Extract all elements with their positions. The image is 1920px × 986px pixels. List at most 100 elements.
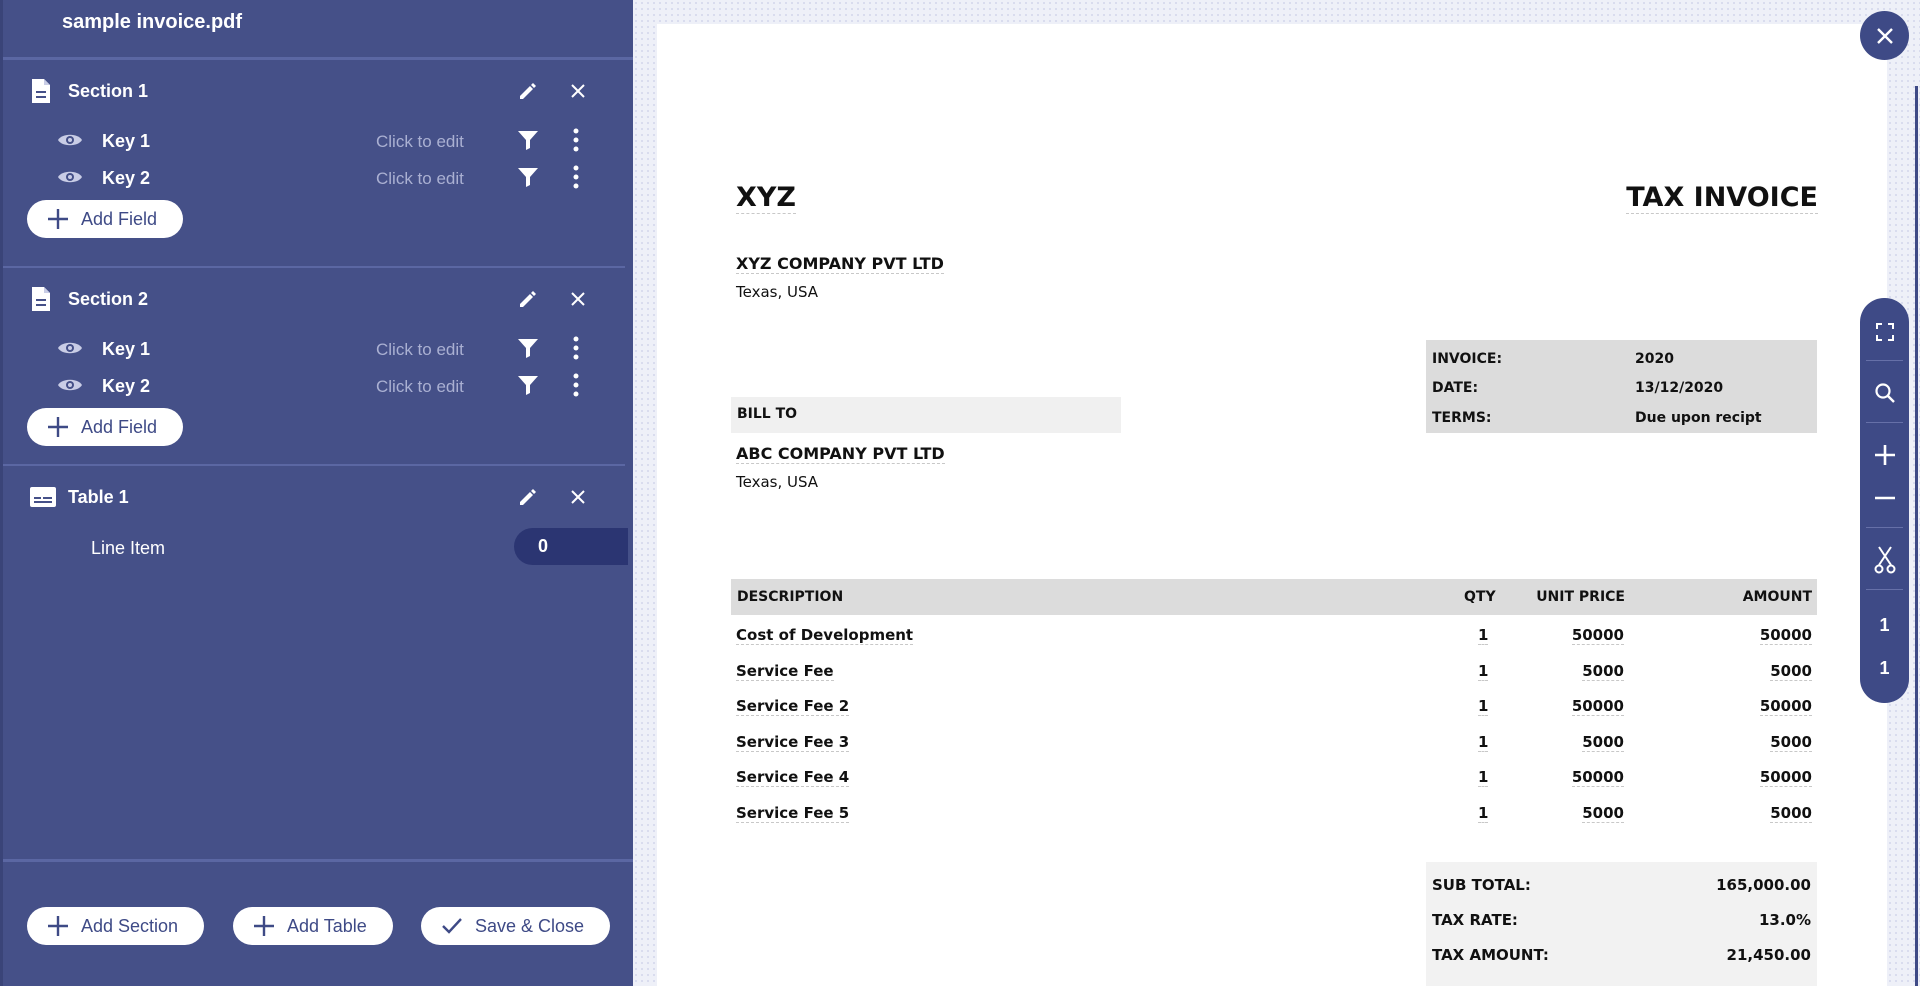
field-value-input[interactable]: Click to edit <box>376 132 464 152</box>
item-description[interactable]: Cost of Development <box>736 626 913 645</box>
close-icon <box>570 83 586 99</box>
bill-address[interactable]: Texas, USA <box>736 473 818 491</box>
item-description[interactable]: Service Fee 3 <box>736 733 849 752</box>
col-description[interactable]: DESCRIPTION <box>737 589 843 605</box>
item-unit-price[interactable]: 5000 <box>1582 804 1624 823</box>
fullscreen-button[interactable] <box>1860 312 1909 352</box>
viewer-scrollbar[interactable] <box>1915 86 1918 986</box>
toolbar-divider <box>1866 422 1903 423</box>
item-unit-price[interactable]: 5000 <box>1582 733 1624 752</box>
add-section-button[interactable]: Add Section <box>27 907 204 945</box>
add-field-button[interactable]: Add Field <box>27 408 183 446</box>
col-unit-price[interactable]: UNIT PRICE <box>1536 589 1625 605</box>
invoice-doc-type[interactable]: TAX INVOICE <box>1626 182 1818 214</box>
filter-icon[interactable] <box>516 374 540 396</box>
eye-icon[interactable] <box>57 167 83 187</box>
item-unit-price[interactable]: 50000 <box>1572 768 1624 787</box>
item-amount[interactable]: 50000 <box>1760 626 1812 645</box>
more-options-icon[interactable] <box>569 164 583 190</box>
item-amount[interactable]: 50000 <box>1760 697 1812 716</box>
page-total-number: 1 <box>1879 658 1889 679</box>
filter-icon[interactable] <box>516 166 540 188</box>
bill-to-label[interactable]: BILL TO <box>731 397 1121 433</box>
field-value-input[interactable]: Click to edit <box>376 169 464 189</box>
item-qty[interactable]: 1 <box>1478 804 1488 823</box>
filter-icon[interactable] <box>516 129 540 151</box>
field-key[interactable]: Key 2 <box>102 376 150 397</box>
meta-value[interactable]: 2020 <box>1635 351 1674 367</box>
item-description[interactable]: Service Fee 2 <box>736 697 849 716</box>
document-viewer[interactable]: XYZ TAX INVOICE XYZ COMPANY PVT LTD Texa… <box>633 0 1920 986</box>
field-value-input[interactable]: Click to edit <box>376 340 464 360</box>
field-key[interactable]: Key 2 <box>102 168 150 189</box>
more-options-icon[interactable] <box>569 372 583 398</box>
document-icon <box>29 78 53 104</box>
meta-label[interactable]: DATE: <box>1432 380 1478 396</box>
item-description[interactable]: Service Fee 4 <box>736 768 849 787</box>
line-item-row[interactable]: Line Item 0 <box>3 528 633 578</box>
close-viewer-button[interactable] <box>1860 11 1909 60</box>
field-value-input[interactable]: Click to edit <box>376 377 464 397</box>
delete-section-button[interactable] <box>564 77 592 105</box>
file-title-bar: sample invoice.pdf <box>3 0 633 60</box>
meta-value[interactable]: Due upon recipt <box>1635 410 1762 426</box>
invoice-company-address[interactable]: Texas, USA <box>736 283 818 301</box>
search-button[interactable] <box>1860 373 1909 413</box>
zoom-in-button[interactable] <box>1860 435 1909 475</box>
item-amount[interactable]: 5000 <box>1770 804 1812 823</box>
edit-section-button[interactable] <box>514 77 542 105</box>
item-unit-price[interactable]: 50000 <box>1572 697 1624 716</box>
delete-table-button[interactable] <box>564 483 592 511</box>
bill-company[interactable]: ABC COMPANY PVT LTD <box>736 444 945 464</box>
invoice-company-short[interactable]: XYZ <box>736 182 796 214</box>
filter-icon[interactable] <box>516 337 540 359</box>
meta-value[interactable]: 13/12/2020 <box>1635 380 1723 396</box>
pencil-icon <box>518 289 538 309</box>
item-qty[interactable]: 1 <box>1478 733 1488 752</box>
add-field-button[interactable]: Add Field <box>27 200 183 238</box>
meta-label[interactable]: INVOICE: <box>1432 351 1502 367</box>
add-field-label: Add Field <box>81 209 157 230</box>
item-amount[interactable]: 5000 <box>1770 662 1812 681</box>
total-value[interactable]: 21,450.00 <box>1727 946 1811 964</box>
section-2: Section 2 Key 1 Click to edit Key 2 Clic… <box>3 268 625 466</box>
col-amount[interactable]: AMOUNT <box>1743 589 1812 605</box>
eye-icon[interactable] <box>57 338 83 358</box>
more-options-icon[interactable] <box>569 127 583 153</box>
eye-icon[interactable] <box>57 375 83 395</box>
edit-section-button[interactable] <box>514 285 542 313</box>
total-label[interactable]: SUB TOTAL: <box>1432 876 1531 894</box>
invoice-page: XYZ TAX INVOICE XYZ COMPANY PVT LTD Texa… <box>657 24 1887 986</box>
edit-table-button[interactable] <box>514 483 542 511</box>
table-row: Service Fee 1 5000 5000 <box>657 656 1887 692</box>
item-qty[interactable]: 1 <box>1478 697 1488 716</box>
total-value[interactable]: 165,000.00 <box>1716 876 1811 894</box>
zoom-out-button[interactable] <box>1860 478 1909 518</box>
field-row: Key 1 Click to edit <box>3 122 625 159</box>
field-key[interactable]: Key 1 <box>102 339 150 360</box>
item-unit-price[interactable]: 5000 <box>1582 662 1624 681</box>
table-icon <box>29 486 57 508</box>
item-qty[interactable]: 1 <box>1478 768 1488 787</box>
field-key[interactable]: Key 1 <box>102 131 150 152</box>
add-table-button[interactable]: Add Table <box>233 907 393 945</box>
invoice-company-name[interactable]: XYZ COMPANY PVT LTD <box>736 254 944 274</box>
item-qty[interactable]: 1 <box>1478 626 1488 645</box>
item-unit-price[interactable]: 50000 <box>1572 626 1624 645</box>
total-label[interactable]: TAX AMOUNT: <box>1432 946 1549 964</box>
total-value[interactable]: 13.0% <box>1759 911 1811 929</box>
item-description[interactable]: Service Fee <box>736 662 834 681</box>
more-options-icon[interactable] <box>569 335 583 361</box>
item-amount[interactable]: 5000 <box>1770 733 1812 752</box>
item-amount[interactable]: 50000 <box>1760 768 1812 787</box>
meta-label[interactable]: TERMS: <box>1432 410 1492 426</box>
page-current[interactable]: 1 <box>1860 605 1909 645</box>
scissors-button[interactable] <box>1860 540 1909 580</box>
item-qty[interactable]: 1 <box>1478 662 1488 681</box>
total-label[interactable]: TAX RATE: <box>1432 911 1518 929</box>
delete-section-button[interactable] <box>564 285 592 313</box>
col-qty[interactable]: QTY <box>1464 589 1496 605</box>
item-description[interactable]: Service Fee 5 <box>736 804 849 823</box>
eye-icon[interactable] <box>57 130 83 150</box>
save-close-button[interactable]: Save & Close <box>421 907 610 945</box>
